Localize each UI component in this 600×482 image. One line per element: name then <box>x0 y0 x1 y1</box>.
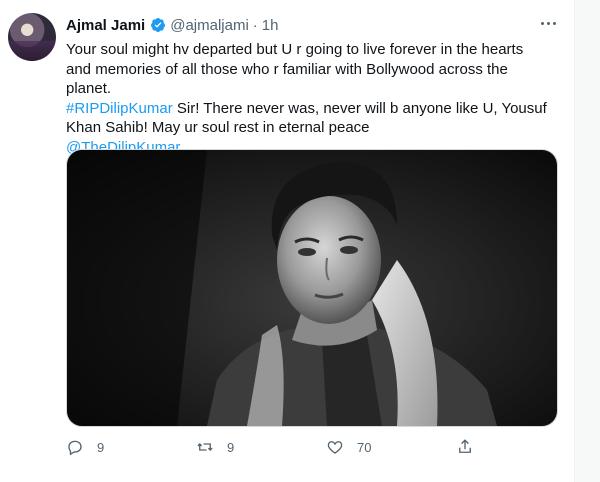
tweet-actions: 9 9 70 <box>66 436 471 458</box>
like-icon <box>327 441 343 454</box>
hashtag-link[interactable]: #RIPDilipKumar <box>66 100 173 117</box>
tweet-text-part1: Your soul might hv departed but U r goin… <box>66 41 524 97</box>
like-count: 70 <box>357 439 372 455</box>
separator-dot: · <box>252 16 258 34</box>
reply-icon <box>68 440 82 456</box>
more-options-icon[interactable] <box>536 11 560 35</box>
verified-badge-icon <box>151 18 166 32</box>
retweet-icon <box>197 443 213 451</box>
retweet-button[interactable]: 9 <box>196 436 234 458</box>
tweet-card[interactable]: Ajmal Jami @ajmaljami · 1h Your soul mig… <box>0 0 574 482</box>
tweet-text: Your soul might hv departed but U r goin… <box>66 40 552 157</box>
tweet-header: Ajmal Jami @ajmaljami · 1h <box>66 14 278 36</box>
author-name[interactable]: Ajmal Jami <box>66 17 145 34</box>
reply-button[interactable]: 9 <box>66 436 104 458</box>
share-icon <box>459 439 471 453</box>
photo-image <box>67 150 557 426</box>
author-handle[interactable]: @ajmaljami <box>170 17 249 34</box>
like-button[interactable]: 70 <box>326 436 371 458</box>
share-button[interactable] <box>456 436 474 458</box>
right-rail-edge <box>574 0 600 482</box>
tweet-photo[interactable] <box>66 149 558 427</box>
reply-count: 9 <box>97 439 105 455</box>
avatar-shade <box>8 41 56 61</box>
tweet-timestamp[interactable]: 1h <box>262 17 279 34</box>
retweet-count: 9 <box>227 439 235 455</box>
avatar[interactable] <box>8 13 56 61</box>
